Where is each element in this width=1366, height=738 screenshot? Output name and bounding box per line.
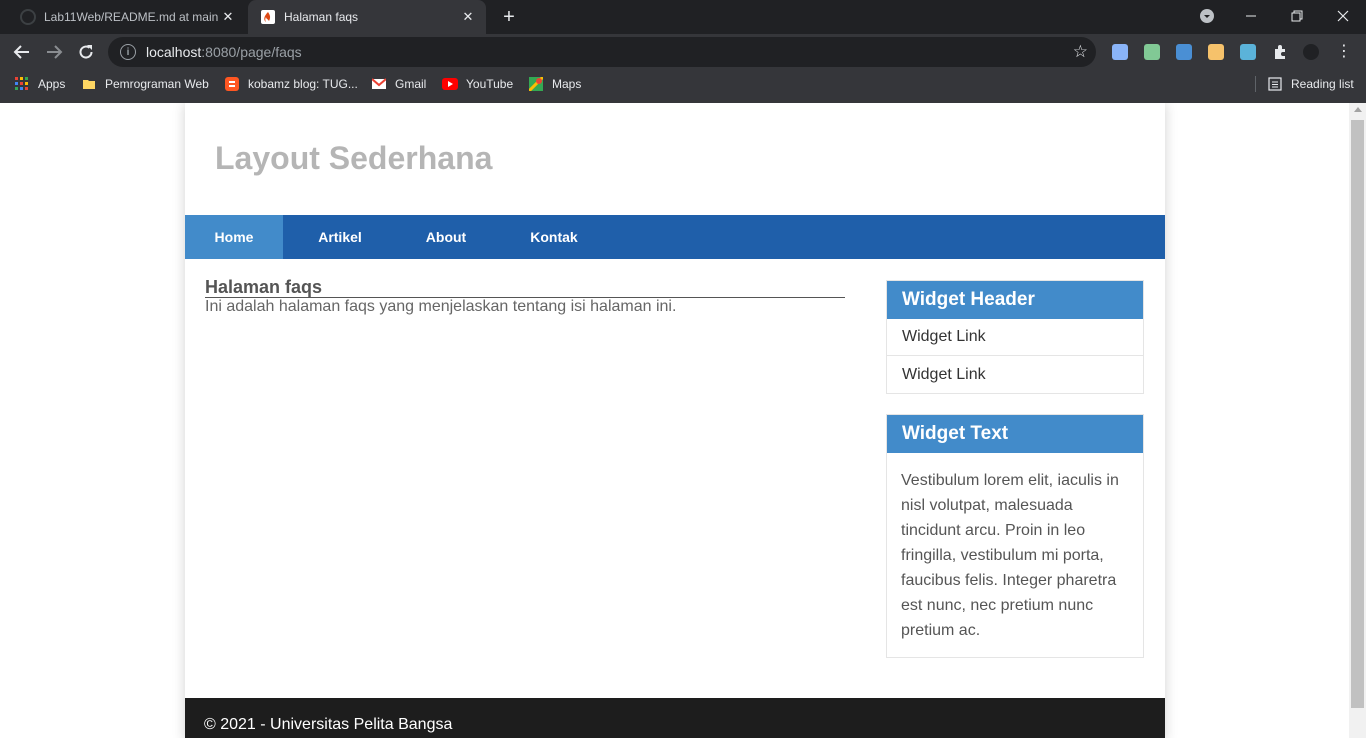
back-button[interactable] (8, 38, 36, 66)
reading-list-label: Reading list (1291, 77, 1354, 91)
tab-title: Halaman faqs (284, 10, 359, 24)
site-title: Layout Sederhana (215, 140, 493, 176)
nav-kontak[interactable]: Kontak (515, 215, 593, 259)
avatar[interactable] (1303, 44, 1319, 60)
bookmark-label: Gmail (395, 77, 427, 91)
main-content: Halaman faqs Ini adalah halaman faqs yan… (205, 273, 845, 316)
extension-icon[interactable] (1176, 44, 1192, 60)
widget-header: Widget Text (887, 415, 1143, 453)
reload-icon (79, 45, 93, 59)
site-footer: © 2021 - Universitas Pelita Bangsa (185, 698, 1165, 738)
apps-grid-icon (14, 76, 30, 92)
widget-links: Widget Header Widget Link Widget Link (886, 280, 1144, 394)
widget-body-text: Vestibulum lorem elit, iaculis in nisl v… (901, 472, 1119, 639)
nav-artikel[interactable]: Artikel (301, 215, 379, 259)
footer-copyright: © 2021 - Universitas Pelita Bangsa (204, 716, 453, 733)
back-arrow-icon (13, 45, 29, 59)
bookmarks-divider (1255, 76, 1256, 92)
scroll-up-arrow-icon[interactable] (1354, 107, 1362, 112)
reload-button[interactable] (72, 38, 100, 66)
site-header: Layout Sederhana (185, 103, 1165, 215)
bookmark-maps[interactable]: Maps (528, 70, 581, 98)
main-nav: Home Artikel About Kontak (185, 215, 1165, 259)
extension-icon[interactable] (1112, 44, 1128, 60)
nav-home[interactable]: Home (185, 215, 283, 259)
reading-list-button[interactable]: Reading list (1267, 70, 1354, 98)
bookmark-apps[interactable]: Apps (14, 70, 65, 98)
extension-icon[interactable] (1144, 44, 1160, 60)
bookmark-label: kobamz blog: TUG... (248, 77, 358, 91)
info-icon[interactable]: i (120, 44, 136, 60)
github-icon (20, 9, 36, 25)
extension-icon[interactable] (1240, 44, 1256, 60)
reading-list-icon (1267, 76, 1283, 92)
tab-search-button[interactable] (1184, 0, 1230, 32)
page-title: Halaman faqs (205, 273, 845, 298)
gmail-icon (371, 76, 387, 92)
tab-readme[interactable]: Lab11Web/README.md at main ✕ (8, 0, 246, 34)
page-description: Ini adalah halaman faqs yang menjelaskan… (205, 298, 677, 315)
blogger-icon (224, 76, 240, 92)
bookmarks-bar: Apps Pemrograman Web kobamz blog: TUG...… (0, 70, 1366, 98)
nav-about[interactable]: About (408, 215, 484, 259)
extension-icon[interactable] (1208, 44, 1224, 60)
widget-link[interactable]: Widget Link (887, 356, 1143, 393)
page-container: Layout Sederhana Home Artikel About Kont… (185, 103, 1165, 738)
bookmark-label: Apps (38, 77, 66, 91)
widget-link[interactable]: Widget Link (887, 319, 1143, 356)
bookmark-gmail[interactable]: Gmail (371, 70, 426, 98)
restore-button[interactable] (1274, 0, 1320, 32)
bookmark-label: Maps (552, 77, 582, 91)
bookmark-pemrograman-web[interactable]: Pemrograman Web (81, 70, 209, 98)
forward-button[interactable] (40, 38, 68, 66)
close-window-button[interactable] (1320, 0, 1366, 32)
bookmark-label: Pemrograman Web (105, 77, 209, 91)
url-path: :8080/page/faqs (201, 44, 302, 60)
vertical-scrollbar[interactable] (1349, 103, 1366, 738)
widget-header: Widget Header (887, 281, 1143, 319)
maps-icon (528, 76, 544, 92)
scroll-thumb[interactable] (1351, 120, 1364, 708)
chevron-down-icon (1200, 9, 1214, 23)
tab-strip: Lab11Web/README.md at main ✕ Halaman faq… (0, 0, 1366, 34)
bookmark-label: YouTube (466, 77, 514, 91)
widget-text: Widget Text Vestibulum lorem elit, iacul… (886, 414, 1144, 658)
forward-arrow-icon (47, 45, 63, 59)
youtube-icon (442, 76, 458, 92)
page-viewport: Layout Sederhana Home Artikel About Kont… (0, 103, 1349, 738)
bookmark-star-icon[interactable]: ☆ (1073, 42, 1088, 62)
close-icon[interactable]: ✕ (460, 9, 476, 25)
address-bar[interactable]: i localhost:8080/page/faqs ☆ (108, 37, 1096, 67)
codeigniter-icon (260, 9, 276, 25)
tab-halaman-faqs[interactable]: Halaman faqs ✕ (248, 0, 486, 34)
more-menu-icon[interactable]: ⋮ (1336, 44, 1352, 60)
close-icon[interactable]: ✕ (220, 9, 236, 25)
url-host: localhost (146, 44, 202, 60)
puzzle-icon[interactable] (1272, 44, 1288, 60)
tab-title: Lab11Web/README.md at main (44, 10, 219, 24)
new-tab-button[interactable]: + (498, 5, 520, 29)
minimize-button[interactable] (1228, 0, 1274, 32)
browser-toolbar: i localhost:8080/page/faqs ☆ ⋮ (0, 34, 1366, 70)
bookmark-youtube[interactable]: YouTube (442, 70, 513, 98)
bookmark-kobamz-blog[interactable]: kobamz blog: TUG... (224, 70, 358, 98)
folder-icon (81, 76, 97, 92)
